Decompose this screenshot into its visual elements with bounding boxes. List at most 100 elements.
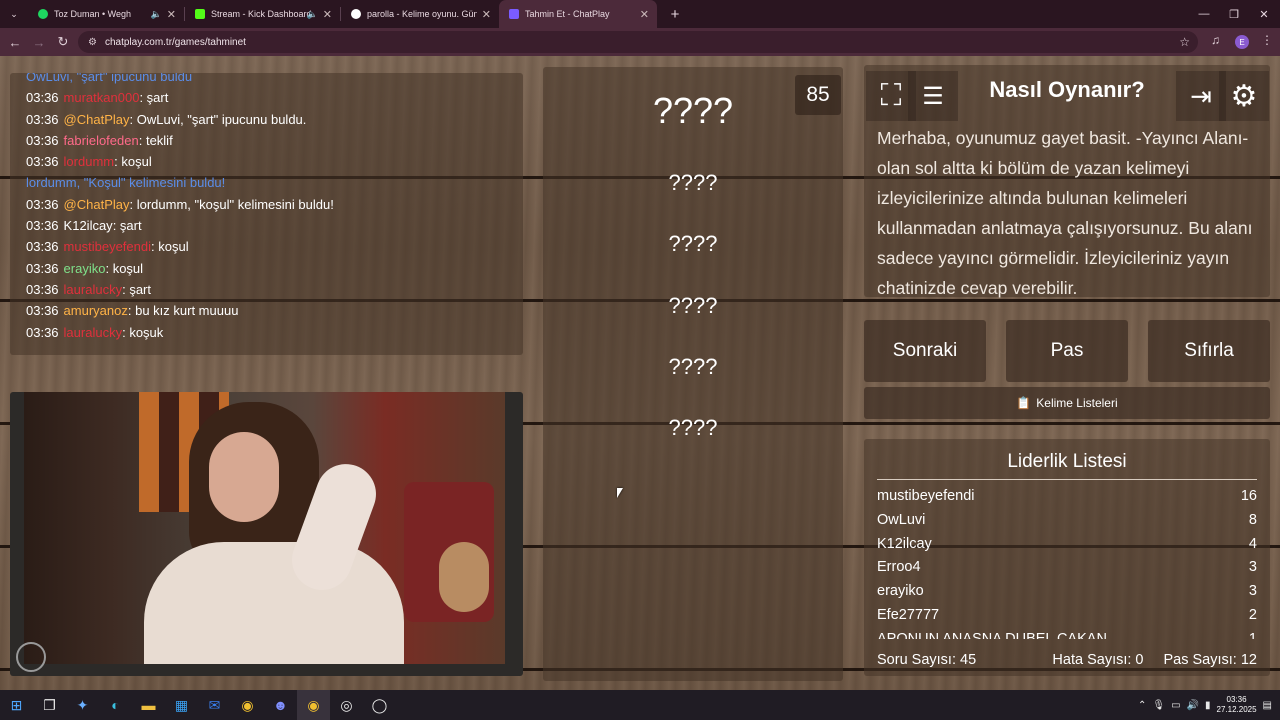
chevron-up-icon[interactable]: ⌃ [1138,700,1146,711]
how-to-play-text: Merhaba, oyunumuz gayet basit. -Yayıncı … [877,128,1253,298]
chat-username[interactable]: amuryanoz [64,303,128,318]
restore-icon[interactable]: ❐ [1218,0,1250,28]
word-lists-button[interactable]: 📋 Kelime Listeleri [864,387,1270,419]
leaderboard-row: erayiko 3 [877,579,1257,603]
mail-icon[interactable]: ✉ [198,690,231,720]
obs-icon[interactable]: ◎ [330,690,363,720]
webcam-teddy-bear [439,542,489,612]
chat-separator: : [138,132,146,148]
close-icon[interactable]: ✕ [167,8,176,21]
site-info-icon[interactable]: ⚙ [88,37,97,48]
chat-username[interactable]: lordumm [64,154,115,169]
loading-ring-icon [16,642,46,672]
clock-time: 03:36 [1226,695,1247,704]
avatar[interactable]: E [1235,35,1249,49]
chat-text: koşul [158,239,189,255]
tab-search-button[interactable]: ⌄ [0,0,28,28]
chat-message: 03:36 amuryanoz: bu kız kurt muuuu [10,300,523,321]
close-window-icon[interactable]: ✕ [1248,0,1280,28]
chat-text: koşuk [129,324,164,340]
discord-icon[interactable]: ☻ [264,690,297,720]
chat-time: 03:36 [26,90,59,106]
chat-username[interactable]: lordumm, [26,175,84,190]
browser-tab[interactable]: Toz Duman • Wegh 🔈 ✕ [28,0,184,28]
chat-message: 03:36 K12ilcay: şart [10,215,523,236]
browser-tab[interactable]: Stream - Kick Dashboard 🔈 ✕ [185,0,340,28]
webcam-person-face [209,432,279,522]
chat-time: 03:36 [26,111,59,127]
start-icon[interactable]: ⊞ [0,690,33,720]
network-icon[interactable]: ▭ [1171,700,1180,711]
forward-icon[interactable]: → [27,30,51,54]
webcam-panel [10,392,523,676]
chat-username[interactable]: erayiko [64,261,106,276]
leaderboard-score: 2 [1248,607,1257,623]
close-icon[interactable]: ✕ [323,8,332,21]
notification-icon[interactable]: ▤ [1263,700,1272,711]
reset-button[interactable]: Sıfırla [1148,320,1270,382]
main-word: ???? [652,90,734,131]
media-controls-icon[interactable]: ♫ [1211,33,1220,47]
chat-time: 03:36 [26,303,59,319]
leaderboard-name: mustibeyefendi [877,488,975,504]
kick-icon [195,9,205,19]
volume-icon[interactable]: 🔊 [1187,700,1199,711]
chat-username[interactable]: fabrielofeden [64,133,139,148]
chat-separator: : [129,196,137,212]
chat-username[interactable]: K12ilcay [64,218,113,233]
chat-text: şart [119,218,142,234]
tab-title: Stream - Kick Dashboard [211,9,312,19]
chat-text: koşul [112,260,144,276]
chat-username[interactable]: @ChatPlay [64,112,130,127]
menu-icon[interactable]: ⋮ [1261,33,1273,47]
clock[interactable]: 03:36 27.12.2025 [1217,695,1257,715]
file-explorer-icon[interactable]: ▬ [132,690,165,720]
chat-username[interactable]: OwLuvi, [26,73,77,84]
app-root: ⌄ Toz Duman • Wegh 🔈 ✕ Stream - Kick Das… [0,0,1280,720]
close-icon[interactable]: ✕ [482,8,491,21]
task-view-icon[interactable]: ❐ [33,690,66,720]
chat-username[interactable]: muratkan000 [64,90,140,105]
bookmark-star-icon[interactable]: ☆ [1179,35,1190,49]
app-icon[interactable]: ◯ [363,690,396,720]
chat-username[interactable]: lauralucky [64,282,123,297]
address-bar-row: ← → ↻ ⚙ chatplay.com.tr/games/tahminet ☆ [0,28,1280,56]
chrome-active-icon[interactable]: ◉ [297,690,330,720]
tab-title: Tahmin Et - ChatPlay [525,9,610,19]
windows-taskbar: ⊞ ❐ ✦ ◐ ▬ ▦ ✉ ◉ ☻ ◉ ◎ ◯ ⌃ 🎙 ▭ 🔊 ▮ 03:36 … [0,690,1280,720]
close-icon[interactable]: ✕ [640,8,649,21]
reload-icon[interactable]: ↻ [51,30,75,54]
browser-tab-active[interactable]: Tahmin Et - ChatPlay ✕ [499,0,657,28]
speaker-icon[interactable]: 🔈 [307,9,318,20]
chat-message: 03:36 lauralucky: koşuk [10,322,523,343]
store-icon[interactable]: ▦ [165,690,198,720]
edge-icon[interactable]: ◐ [99,690,132,720]
new-tab-button[interactable]: + [665,6,685,23]
gear-icon[interactable]: ⚙ [1219,71,1269,121]
chrome-icon[interactable]: ◉ [231,690,264,720]
leaderboard-name: OwLuvi [877,511,926,528]
url-field[interactable]: ⚙ chatplay.com.tr/games/tahminet ☆ [78,31,1198,53]
tab-title: parolla - Kelime oyunu. Günlük [367,9,477,19]
chat-separator: : [112,218,120,234]
next-button[interactable]: Sonraki [864,320,986,382]
chat-text: teklif [145,132,173,148]
taboo-word: ???? [668,170,718,195]
chat-username[interactable]: @ChatPlay [64,197,130,212]
chat-username[interactable]: mustibeyefendi [64,239,151,254]
speaker-icon[interactable]: 🔈 [151,9,162,20]
microphone-icon[interactable]: 🎙 [1152,700,1165,711]
minimize-icon[interactable]: — [1188,0,1220,28]
list-icon[interactable]: ☰ [908,71,958,121]
chat-separator: : [129,111,137,127]
battery-icon[interactable]: ▮ [1205,700,1211,711]
back-icon[interactable]: ← [3,30,27,54]
copilot-icon[interactable]: ✦ [66,690,99,720]
browser-tab[interactable]: parolla - Kelime oyunu. Günlük ✕ [341,0,499,28]
error-count: Hata Sayısı: 0 [1052,652,1144,668]
how-to-play-title: Nasıl Oynanır? [989,77,1145,102]
chat-username[interactable]: lauralucky [64,325,123,340]
pass-button[interactable]: Pas [1006,320,1128,382]
chat-time: 03:36 [26,324,59,340]
how-to-play-panel: ⛶ ☰ Nasıl Oynanır? ⇥ ⚙ Merhaba, oyunumuz… [864,65,1270,298]
